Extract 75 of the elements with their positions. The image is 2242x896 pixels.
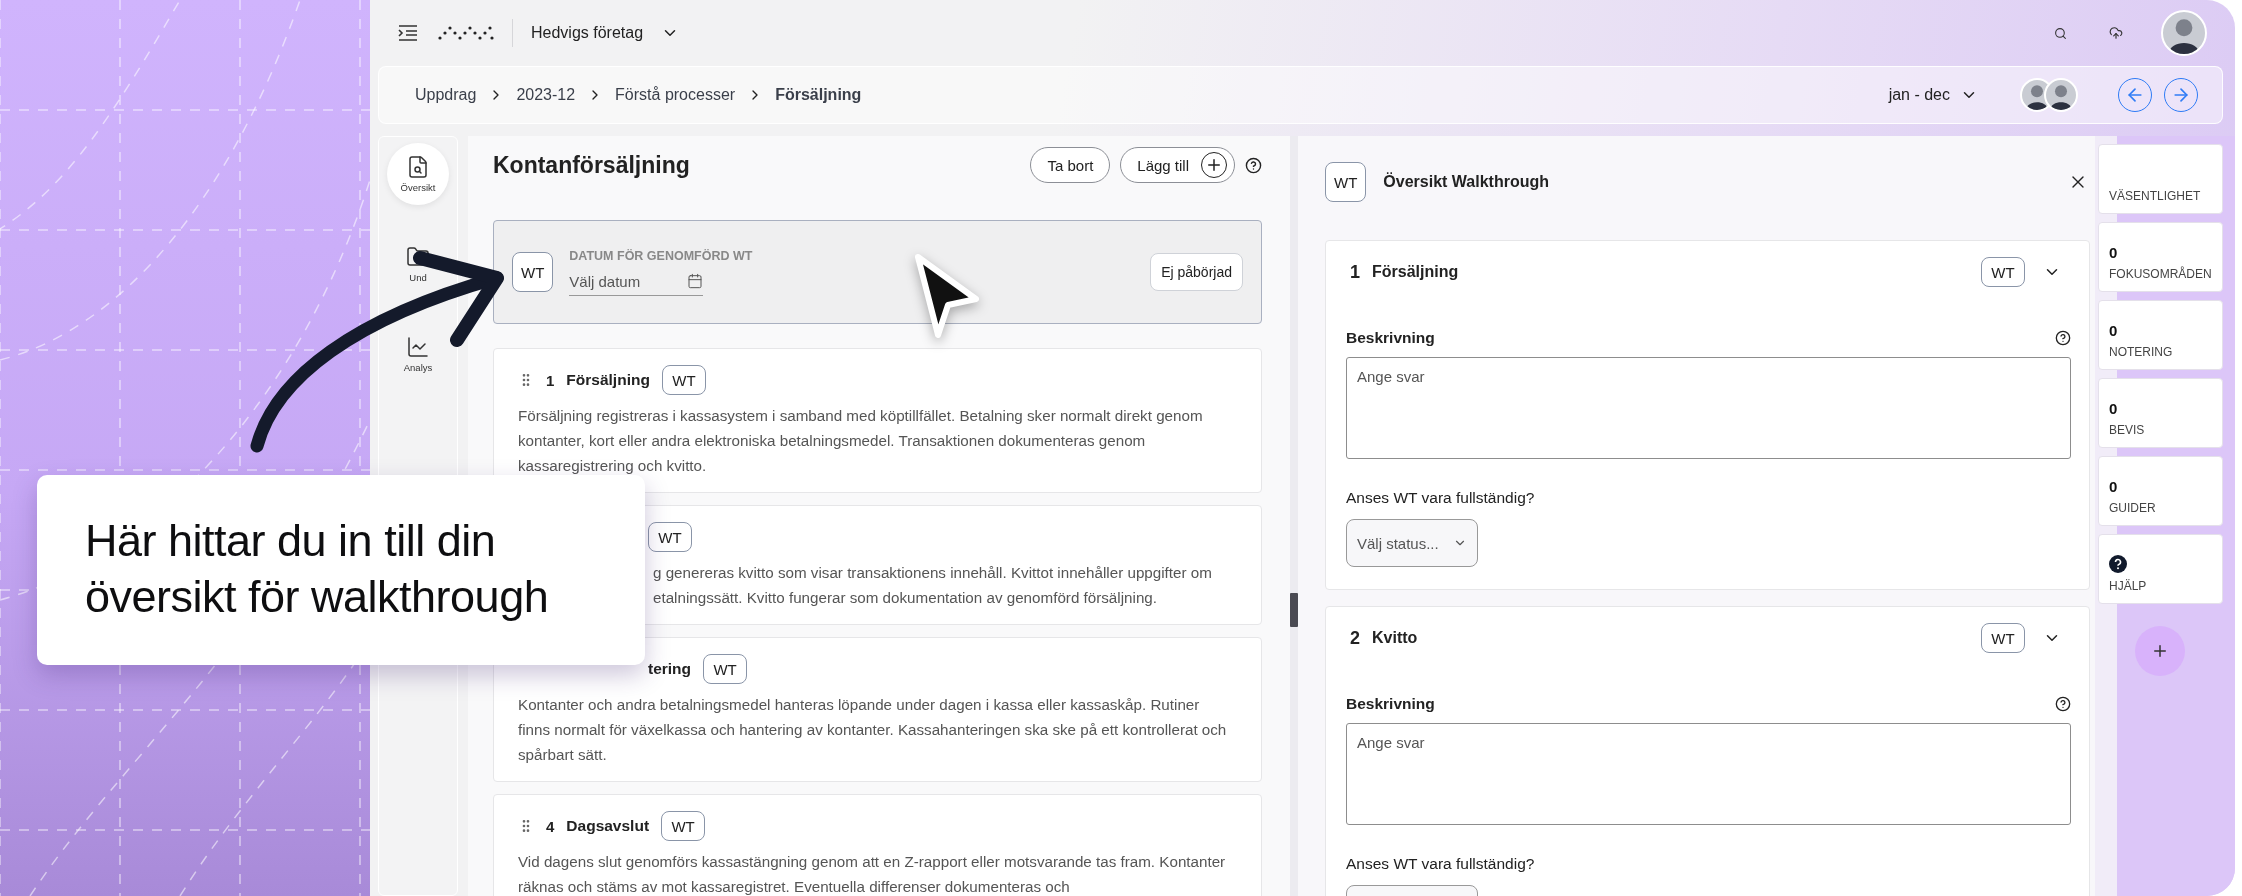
status-button[interactable]: Ej påbörjad xyxy=(1150,253,1243,291)
help-icon[interactable] xyxy=(2055,330,2071,346)
wt-badge: WT xyxy=(703,654,748,684)
wt-badge: WT xyxy=(661,365,706,395)
breadcrumb-link[interactable]: 2023-12 xyxy=(516,86,576,104)
field-label: DATUM FÖR GENOMFÖRD WT xyxy=(569,248,754,263)
panel-title: Översikt Walkthrough xyxy=(1383,173,1550,191)
company-name: Hedvigs företag xyxy=(531,24,644,42)
answer-field[interactable]: Ange svar xyxy=(1346,357,2071,459)
calendar-icon xyxy=(687,273,704,289)
logo-icon xyxy=(438,26,494,40)
step-description: Försäljning registreras i kassasystem i samband med köptillfället. Betalning sker normalt direkt genom kontanter, kort eller andra elektroniska betalningsmedel. Transaktionen dokumenteras genom kassaregistrering och kvitto. xyxy=(518,406,1204,476)
status-select[interactable]: Välj status... xyxy=(1346,519,1478,567)
line-chart-icon xyxy=(406,335,430,359)
nav-item[interactable]: Und xyxy=(387,233,449,295)
step-title: Dagsavslut xyxy=(566,817,650,835)
wt-badge: WT xyxy=(661,811,706,841)
section-number: 1 xyxy=(1350,261,1360,283)
stat-card[interactable]: 0 GUIDER xyxy=(2098,456,2223,526)
stat-card[interactable]: VÄSENTLIGHET xyxy=(2098,144,2223,214)
step-description: Kontanter och andra betalningsmedel hanteras löpande under dagen i kassa eller kassaskåp. Rutiner finns normalt för växelkassa och hantering av kontanter. Kassahanteringen ska ske på ett kontrollerat och spårbart sätt. xyxy=(518,695,1228,765)
stat-label: FOKUSOMRÅDEN xyxy=(2109,267,2212,281)
step-number: 4 xyxy=(546,817,555,835)
cloud-upload-icon[interactable] xyxy=(2107,24,2125,42)
step-description: Vid dagens slut genomförs kassastängning genom att en Z-rapport eller motsvarande tas fram. Kontanter räknas och stäms av mot kassaregistret. Eventuella differenser dokumenteras och xyxy=(518,852,1227,896)
period-dropdown[interactable]: jan - dec xyxy=(1882,85,1984,105)
section-title: Försäljning xyxy=(1372,263,1460,281)
stat-label: VÄSENTLIGHET xyxy=(2109,189,2202,203)
step-number: 1 xyxy=(546,371,555,389)
avatar[interactable] xyxy=(2161,10,2207,56)
avatar xyxy=(2044,78,2078,112)
question-label: Anses WT vara fullständig? xyxy=(1346,489,1536,507)
stat-label: BEVIS xyxy=(2109,423,2146,437)
help-icon xyxy=(2109,555,2127,573)
step-description: g genereras kvitto som visar transaktionens innehåll. Kvittot innehåller uppgifter om xyxy=(652,563,1213,583)
stat-value: 0 xyxy=(2109,478,2119,495)
wt-badge: WT xyxy=(1325,162,1367,202)
field-label: Beskrivning xyxy=(1346,695,1435,713)
stat-label: NOTERING xyxy=(2109,345,2174,359)
menu-icon[interactable] xyxy=(396,22,420,44)
help-icon[interactable] xyxy=(1245,156,1262,174)
stat-label: HJÄLP xyxy=(2109,579,2148,593)
wt-badge: WT xyxy=(648,522,692,552)
field-label: Beskrivning xyxy=(1346,329,1435,347)
stat-card[interactable]: HJÄLP xyxy=(2098,534,2223,604)
section-number: 2 xyxy=(1350,627,1360,649)
breadcrumb-link[interactable]: Försäljning xyxy=(775,86,862,104)
stat-value: 0 xyxy=(2109,400,2119,417)
wt-badge: WT xyxy=(512,252,554,292)
date-field[interactable]: Välj datum xyxy=(569,272,704,296)
section-title: Kvitto xyxy=(1372,629,1419,647)
answer-field[interactable]: Ange svar xyxy=(1346,723,2071,825)
stat-card[interactable]: 0 BEVIS xyxy=(2098,378,2223,448)
stat-label: GUIDER xyxy=(2109,501,2157,515)
breadcrumb-link[interactable]: Förstå processer xyxy=(615,86,736,104)
resize-handle[interactable] xyxy=(1290,593,1298,627)
help-icon[interactable] xyxy=(2055,696,2071,712)
page-title: Kontanförsäljning xyxy=(493,151,691,179)
nav-item[interactable]: Analys xyxy=(387,323,449,385)
wt-badge: WT xyxy=(1981,623,2025,653)
folder-icon xyxy=(406,245,430,269)
add-button[interactable]: Lägg till xyxy=(1120,147,1235,183)
document-search-icon xyxy=(406,155,430,179)
stat-value: 0 xyxy=(2109,244,2119,261)
stat-value: 0 xyxy=(2109,322,2119,339)
breadcrumb-link[interactable]: Uppdrag xyxy=(415,86,477,104)
nav-item[interactable]: Översikt xyxy=(387,143,449,205)
stat-card[interactable]: 0 NOTERING xyxy=(2098,300,2223,370)
step-title: tering xyxy=(648,660,692,678)
callout-text: Här hittar du in till din översikt för walkthrough xyxy=(85,514,550,624)
wt-badge: WT xyxy=(1981,257,2025,287)
step-title: Försäljning xyxy=(566,371,650,389)
delete-button[interactable]: Ta bort xyxy=(1030,147,1111,183)
question-label: Anses WT vara fullständig? xyxy=(1346,855,1536,873)
stat-card[interactable]: 0 FOKUSOMRÅDEN xyxy=(2098,222,2223,292)
